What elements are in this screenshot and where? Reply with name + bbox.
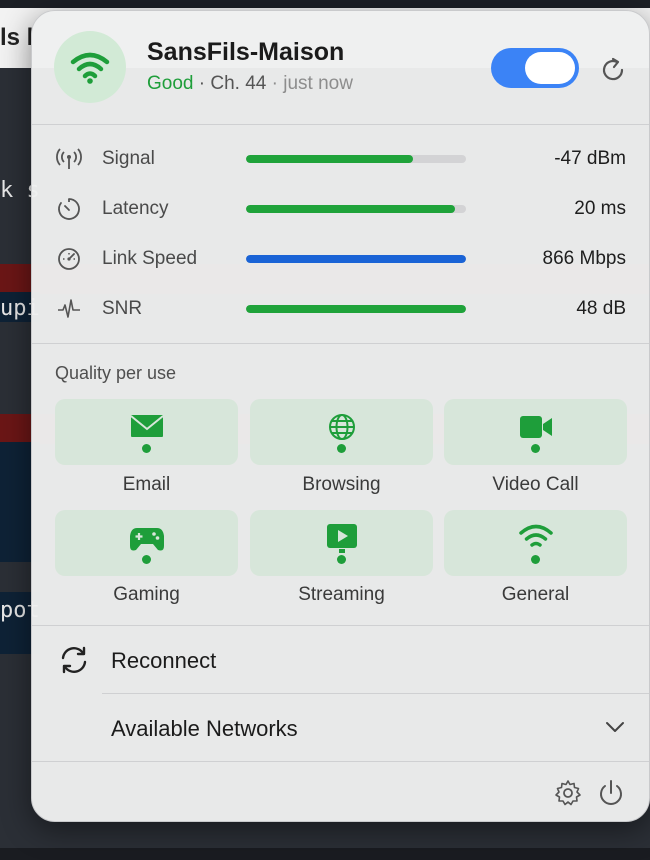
metric-label: SNR bbox=[102, 298, 143, 319]
quality-tile-video-call[interactable] bbox=[444, 399, 627, 465]
metric-bar-fill bbox=[246, 205, 455, 213]
divider bbox=[32, 124, 649, 125]
quality-tile-gaming[interactable] bbox=[55, 510, 238, 576]
chevron-down-icon bbox=[606, 722, 624, 732]
play-screen-icon bbox=[327, 524, 357, 553]
metric-label: Latency bbox=[102, 198, 169, 219]
quality-tile-label: General bbox=[501, 584, 570, 605]
reconnect-label: Reconnect bbox=[111, 648, 217, 673]
video-camera-icon bbox=[520, 416, 552, 438]
quality-dot bbox=[337, 444, 346, 453]
metric-latency: Latency 20 ms bbox=[32, 184, 649, 234]
wifi-status-badge bbox=[54, 31, 126, 103]
power-icon[interactable] bbox=[596, 778, 626, 808]
quality-dot bbox=[531, 444, 540, 453]
metric-value: 866 Mbps bbox=[542, 248, 626, 269]
channel-label: · Ch. 44 bbox=[198, 73, 267, 94]
metric-bar-fill bbox=[246, 305, 466, 313]
updated-label: · just now bbox=[271, 73, 353, 94]
divider bbox=[32, 625, 649, 626]
toggle-knob bbox=[525, 52, 575, 84]
waveform-icon bbox=[58, 299, 80, 318]
divider bbox=[102, 693, 649, 694]
network-name: SansFils-Maison bbox=[147, 38, 345, 66]
metric-bar bbox=[246, 255, 466, 263]
gear-icon[interactable] bbox=[553, 778, 583, 808]
metric-value: -47 dBm bbox=[554, 148, 626, 169]
speedometer-icon bbox=[58, 248, 80, 270]
gamepad-icon bbox=[130, 528, 164, 551]
quality-section-title: Quality per use bbox=[55, 363, 177, 383]
quality-dot bbox=[142, 444, 151, 453]
metric-label: Signal bbox=[102, 148, 155, 169]
quality-tile-browsing[interactable] bbox=[250, 399, 433, 465]
metric-bar bbox=[246, 305, 466, 313]
quality-dot bbox=[531, 555, 540, 564]
available-networks-row[interactable]: Available Networks bbox=[32, 695, 649, 761]
divider bbox=[32, 343, 649, 344]
envelope-icon bbox=[130, 415, 164, 437]
wifi-popover: SansFils-Maison Good · Ch. 44 · just now… bbox=[31, 10, 650, 822]
quality-tile-email[interactable] bbox=[55, 399, 238, 465]
quality-dot bbox=[142, 555, 151, 564]
network-status-line: Good · Ch. 44 · just now bbox=[147, 73, 353, 95]
metric-bar bbox=[246, 205, 466, 213]
network-header: SansFils-Maison Good · Ch. 44 · just now bbox=[32, 11, 649, 124]
metric-label: Link Speed bbox=[102, 248, 198, 269]
quality-tile-streaming[interactable] bbox=[250, 510, 433, 576]
reconnect-row[interactable]: Reconnect bbox=[32, 627, 649, 693]
quality-tile-label: Email bbox=[122, 474, 171, 495]
metric-value: 48 dB bbox=[576, 298, 626, 319]
reconnect-icon bbox=[61, 646, 87, 674]
metric-bar-fill bbox=[246, 255, 466, 263]
metric-bar-fill bbox=[246, 155, 414, 163]
desktop-dock-edge bbox=[0, 848, 650, 860]
globe-icon bbox=[329, 414, 355, 440]
metric-value: 20 ms bbox=[574, 198, 626, 219]
metric-link-speed: Link Speed 866 Mbps bbox=[32, 234, 649, 284]
wifi-toggle[interactable] bbox=[491, 48, 579, 88]
quality-tile-label: Gaming bbox=[113, 584, 180, 605]
wifi-icon bbox=[519, 524, 553, 547]
divider bbox=[32, 761, 649, 762]
refresh-icon[interactable] bbox=[598, 55, 628, 85]
desktop-menubar bbox=[0, 0, 650, 8]
antenna-icon bbox=[56, 148, 82, 169]
quality-tile-label: Browsing bbox=[302, 474, 381, 495]
quality-dot bbox=[337, 555, 346, 564]
quality-status: Good bbox=[147, 73, 194, 94]
wifi-icon bbox=[70, 52, 110, 84]
metric-snr: SNR 48 dB bbox=[32, 284, 649, 334]
background-window-title: ls l bbox=[0, 24, 34, 51]
metric-signal: Signal -47 dBm bbox=[32, 134, 649, 184]
metric-bar bbox=[246, 155, 466, 163]
timer-icon bbox=[58, 198, 80, 220]
quality-tile-label: Streaming bbox=[298, 584, 385, 605]
quality-tile-label: Video Call bbox=[492, 474, 579, 495]
available-networks-label: Available Networks bbox=[111, 716, 298, 741]
quality-tile-general[interactable] bbox=[444, 510, 627, 576]
